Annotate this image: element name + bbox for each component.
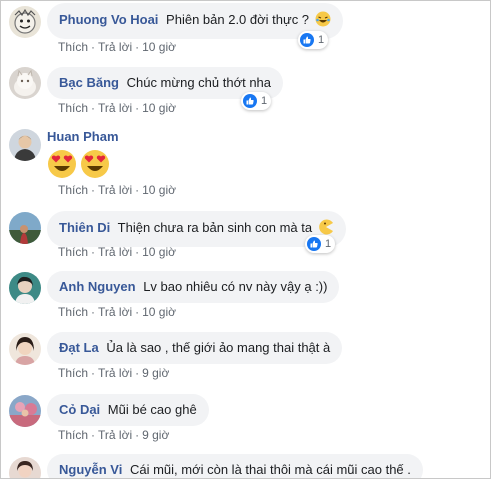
comment-time[interactable]: 10 giờ: [142, 40, 176, 54]
comment-text: Ủa là sao , thế giới ảo mang thai thật à: [106, 340, 331, 355]
avatar[interactable]: [9, 333, 41, 365]
avatar[interactable]: [9, 212, 41, 244]
reply-link[interactable]: Trả lời: [98, 101, 132, 115]
avatar[interactable]: [9, 395, 41, 427]
reply-link[interactable]: Trả lời: [98, 40, 132, 54]
reply-link[interactable]: Trả lời: [98, 245, 132, 259]
comment-time[interactable]: 9 giờ: [142, 428, 169, 442]
comment-time[interactable]: 9 giờ: [142, 366, 169, 380]
reply-link[interactable]: Trả lời: [98, 366, 132, 380]
comment-meta: Thích · Trả lời · 10 giờ: [58, 245, 176, 259]
commenter-name[interactable]: Đạt La: [59, 340, 99, 355]
like-link[interactable]: Thích: [58, 183, 88, 197]
comment-time[interactable]: 10 giờ: [142, 183, 176, 197]
reaction-number: 1: [325, 238, 332, 250]
like-link[interactable]: Thích: [58, 101, 88, 115]
reaction-count[interactable]: 1: [298, 31, 329, 49]
avatar[interactable]: [9, 129, 41, 161]
comment-meta: Thích · Trả lời · 9 giờ: [58, 428, 170, 442]
commenter-name[interactable]: Anh Nguyen: [59, 279, 136, 294]
comment-bubble: Phuong Vo Hoai Phiên bản 2.0 đời thực ?: [47, 3, 343, 39]
comment-time[interactable]: 10 giờ: [142, 101, 176, 115]
comment-text: Cái mũi, mới còn là thai thôi mà cái mũi…: [129, 462, 411, 477]
comment-bubble: Anh Nguyen Lv bao nhiêu có nv này vậy ạ …: [47, 271, 340, 303]
comment-text: Mũi bé cao ghê: [107, 402, 197, 417]
emoji-content: [47, 149, 110, 182]
reply-link[interactable]: Trả lời: [98, 183, 132, 197]
like-link[interactable]: Thích: [58, 305, 88, 319]
like-reaction-icon: [307, 237, 321, 251]
reply-link[interactable]: Trả lời: [98, 305, 132, 319]
like-link[interactable]: Thích: [58, 245, 88, 259]
comment-bubble: Nguyễn Vi Cái mũi, mới còn là thai thôi …: [47, 454, 423, 478]
comment-bubble: Đạt La Ủa là sao , thế giới ảo mang thai…: [47, 332, 343, 364]
comment-meta: Thích · Trả lời · 10 giờ: [58, 305, 176, 319]
reaction-count[interactable]: 1: [241, 92, 272, 110]
avatar[interactable]: [9, 67, 41, 99]
commenter-name[interactable]: Huan Pham: [47, 129, 119, 144]
like-link[interactable]: Thích: [58, 366, 88, 380]
avatar[interactable]: [9, 6, 41, 38]
commenter-name[interactable]: Cỏ Dại: [59, 402, 100, 417]
commenter-name[interactable]: Phuong Vo Hoai: [59, 12, 158, 27]
like-link[interactable]: Thích: [58, 428, 88, 442]
comment-time[interactable]: 10 giờ: [142, 305, 176, 319]
avatar[interactable]: [9, 272, 41, 304]
comment-text: Lv bao nhiêu có nv này vậy ạ :)): [143, 279, 328, 294]
comment-meta: Thích · Trả lời · 9 giờ: [58, 366, 170, 380]
heart-eyes-emoji-icon: [47, 149, 77, 182]
heart-eyes-emoji-icon: [80, 149, 110, 182]
reaction-number: 1: [261, 95, 268, 107]
comment-meta: Thích · Trả lời · 10 giờ: [58, 183, 176, 197]
like-reaction-icon: [300, 33, 314, 47]
comment-bubble: Cỏ Dại Mũi bé cao ghê: [47, 394, 209, 426]
like-link[interactable]: Thích: [58, 40, 88, 54]
reaction-number: 1: [318, 34, 325, 46]
reaction-count[interactable]: 1: [305, 235, 336, 253]
comment-text: Thiện chưa ra bản sinh con mà ta: [117, 220, 313, 235]
comment-bubble: Thiên Di Thiện chưa ra bản sinh con mà t…: [47, 211, 346, 247]
avatar[interactable]: [9, 457, 41, 478]
comment-time[interactable]: 10 giờ: [142, 245, 176, 259]
like-reaction-icon: [243, 94, 257, 108]
commenter-name[interactable]: Nguyễn Vi: [59, 462, 122, 477]
commenter-name[interactable]: Bạc Băng: [59, 75, 119, 90]
comment-meta: Thích · Trả lời · 10 giờ: [58, 40, 176, 54]
laughing-emoji-icon: [315, 11, 331, 31]
comment-text: Phiên bản 2.0 đời thực ?: [166, 12, 310, 27]
comment-list: Phuong Vo Hoai Phiên bản 2.0 đời thực ? …: [0, 0, 491, 479]
commenter-name[interactable]: Thiên Di: [59, 220, 110, 235]
comment-text: Chúc mừng chủ thớt nha: [126, 75, 272, 90]
comment-meta: Thích · Trả lời · 10 giờ: [58, 101, 176, 115]
reply-link[interactable]: Trả lời: [98, 428, 132, 442]
